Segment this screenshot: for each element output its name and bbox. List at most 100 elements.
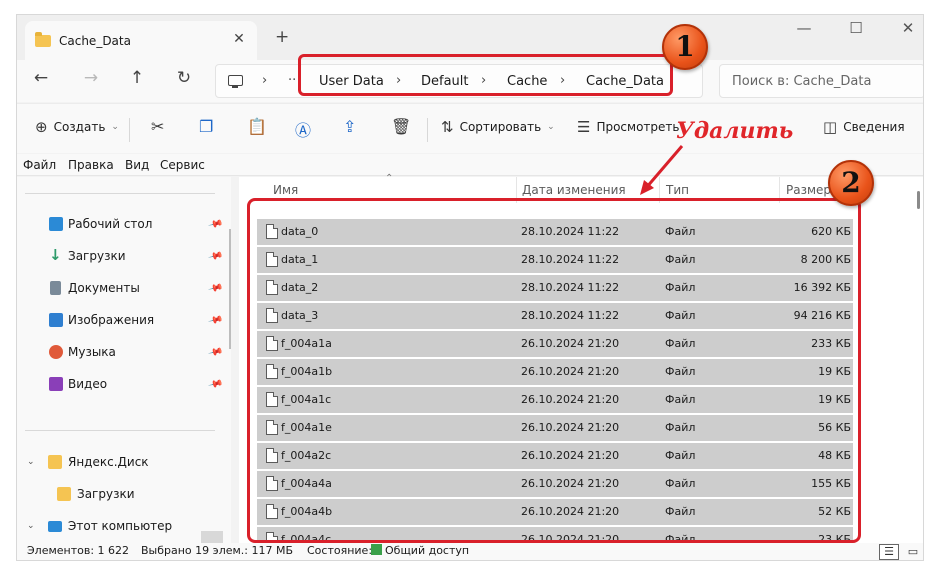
tiles-view-button[interactable]: ▭ — [903, 544, 923, 560]
column-date[interactable]: Дата изменения — [522, 183, 626, 197]
arrow-line — [644, 145, 684, 189]
item-count: Элементов: 1 622 — [27, 544, 130, 557]
up-button[interactable]: ↑ — [125, 68, 149, 88]
sidebar-item-pictures[interactable]: Изображения 📌 — [17, 305, 223, 335]
search-input[interactable]: Поиск в: Cache_Data — [719, 64, 923, 98]
cut-icon[interactable]: ✂ — [151, 117, 164, 136]
details-pane-icon: ◫ — [823, 118, 838, 136]
menu-view[interactable]: Вид — [125, 158, 149, 172]
breadcrumb-highlight — [298, 54, 673, 96]
back-button[interactable]: ← — [29, 68, 53, 88]
refresh-button[interactable]: ↻ — [172, 68, 196, 88]
sidebar-item-label: Этот компьютер — [68, 519, 173, 533]
sidebar-item-desktop[interactable]: Рабочий стол 📌 — [17, 209, 223, 239]
annotation-arrow — [640, 145, 684, 195]
pin-icon[interactable]: 📌 — [207, 216, 223, 232]
delete-annotation: Удалить — [676, 118, 794, 144]
chevron-down-icon: ⌄ — [111, 122, 119, 132]
chevron-down-icon[interactable]: ⌄ — [27, 457, 35, 467]
new-tab-button[interactable]: + — [275, 27, 289, 47]
pin-icon[interactable]: 📌 — [207, 280, 223, 296]
sort-ascending-icon: ⌃ — [385, 173, 394, 184]
divider — [25, 430, 215, 431]
computer-icon — [228, 75, 243, 88]
delete-icon[interactable]: 🗑 — [391, 117, 411, 136]
details-view-button[interactable]: ☰ — [879, 544, 899, 560]
maximize-button[interactable]: ☐ — [841, 19, 871, 37]
sidebar-item-label: Изображения — [68, 313, 155, 327]
pin-icon[interactable]: 📌 — [207, 312, 223, 328]
selection-highlight — [201, 531, 223, 543]
more-breadcrumb-button[interactable]: ·· — [288, 73, 296, 88]
navigation-pane: Рабочий стол 📌 ↓ Загрузки 📌 Документы 📌 … — [17, 177, 231, 543]
sidebar-item-video[interactable]: Видео 📌 — [17, 369, 223, 399]
sidebar-item-label: Загрузки — [77, 487, 135, 501]
sidebar-item-documents[interactable]: Документы 📌 — [17, 273, 223, 303]
share-icon[interactable]: ⇪ — [343, 117, 356, 136]
sidebar-item-label: Рабочий стол — [68, 217, 153, 231]
minimize-button[interactable]: — — [789, 19, 819, 37]
pin-icon[interactable]: 📌 — [207, 344, 223, 360]
folder-icon — [57, 487, 71, 501]
sidebar-item-downloads[interactable]: ↓ Загрузки 📌 — [17, 241, 223, 271]
copy-icon[interactable]: ❐ — [199, 117, 213, 136]
column-size[interactable]: Размер — [786, 183, 831, 197]
tab-close-icon[interactable]: ✕ — [231, 31, 247, 47]
create-button[interactable]: ⊕ Создать ⌄ — [35, 118, 119, 136]
sidebar-item-label: Загрузки — [68, 249, 126, 263]
status-bar: Элементов: 1 622 Выбрано 19 элем.: 117 М… — [17, 543, 923, 560]
view-list-icon: ☰ — [577, 118, 591, 136]
pin-icon[interactable]: 📌 — [207, 248, 223, 264]
plus-circle-icon: ⊕ — [35, 118, 48, 136]
share-icon — [371, 544, 382, 555]
tab-title: Cache_Data — [59, 33, 131, 48]
paste-icon[interactable]: 📋 — [247, 117, 267, 136]
menu-bar: Файл Правка Вид Сервис — [17, 154, 923, 176]
step-badge-2: 2 — [828, 160, 874, 206]
sidebar-item-music[interactable]: Музыка 📌 — [17, 337, 223, 367]
selection-count: Выбрано 19 элем.: 117 МБ — [141, 544, 294, 557]
divider — [427, 118, 428, 142]
column-name[interactable]: Имя — [273, 183, 298, 197]
chevron-right-icon: › — [262, 73, 268, 88]
sort-icon: ⇅ — [441, 118, 454, 136]
menu-file[interactable]: Файл — [23, 158, 56, 172]
sort-label: Сортировать — [459, 120, 542, 134]
chevron-down-icon[interactable]: ⌄ — [27, 521, 35, 531]
sidebar-item-label: Яндекс.Диск — [68, 455, 149, 469]
divider — [25, 193, 215, 194]
menu-tools[interactable]: Сервис — [160, 158, 205, 172]
pin-icon[interactable]: 📌 — [207, 376, 223, 392]
menu-edit[interactable]: Правка — [68, 158, 114, 172]
details-label: Сведения — [843, 120, 905, 134]
step-badge-1: 1 — [662, 24, 708, 70]
file-list-scrollbar[interactable] — [917, 191, 920, 209]
share-label: Общий доступ — [385, 544, 470, 557]
music-icon — [49, 345, 63, 359]
sort-button[interactable]: ⇅ Сортировать ⌄ — [441, 118, 555, 136]
desktop-icon — [49, 217, 63, 231]
image-icon — [49, 313, 63, 327]
folder-icon — [48, 455, 62, 469]
chevron-down-icon: ⌄ — [547, 122, 555, 132]
view-button[interactable]: ☰ Просмотреть — [577, 118, 679, 136]
rename-icon[interactable]: Ⓐ — [295, 117, 311, 141]
sidebar-scrollbar[interactable] — [229, 229, 231, 349]
sidebar-item-this-pc[interactable]: ⌄ Этот компьютер — [17, 511, 223, 541]
tab-cache-data[interactable]: Cache_Data ✕ — [25, 21, 257, 60]
sidebar-item-label: Музыка — [68, 345, 116, 359]
computer-icon — [48, 520, 62, 532]
sidebar-item-label: Документы — [68, 281, 140, 295]
folder-icon — [35, 31, 51, 47]
view-label: Просмотреть — [596, 120, 680, 134]
close-window-button[interactable]: ✕ — [893, 19, 923, 37]
details-button[interactable]: ◫ Сведения — [823, 118, 905, 136]
sidebar-item-yandex-disk[interactable]: ⌄ Яндекс.Диск — [17, 447, 223, 477]
create-label: Создать — [53, 120, 106, 134]
document-icon — [50, 281, 61, 295]
sidebar-item-yandex-downloads[interactable]: Загрузки — [17, 479, 223, 509]
forward-button[interactable]: → — [79, 68, 103, 88]
download-icon: ↓ — [49, 246, 62, 264]
divider — [129, 118, 130, 142]
share-state: Общий доступ — [371, 544, 469, 557]
